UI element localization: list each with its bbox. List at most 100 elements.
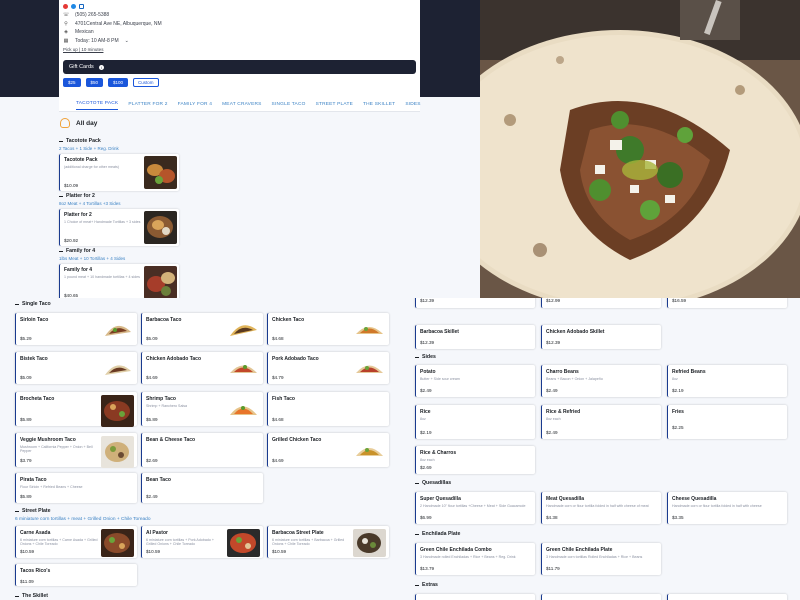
menu-item-card[interactable]: Barbacoa Skillet $12.39 xyxy=(415,325,535,349)
menu-item-card[interactable]: $12.39 xyxy=(415,298,535,308)
phone-row[interactable]: ☏ (505) 265-5388 xyxy=(63,11,416,20)
menu-item-card[interactable]: Veggie Mushroom Taco Mushroom + Californ… xyxy=(15,433,137,468)
menu-item-card[interactable]: Tacotote Pack (additional charge for oth… xyxy=(59,154,179,191)
menu-item-card[interactable] xyxy=(415,594,535,600)
section-title: Tacotote Pack xyxy=(59,138,119,144)
tab-family-for-4[interactable]: FAMILY FOR 4 xyxy=(178,102,212,107)
item-description: 6 miniature corn tortillas + Carne Asada… xyxy=(20,538,98,547)
hours-text[interactable]: Today: 10 AM-8 PM xyxy=(75,38,119,44)
item-price: $2.69 xyxy=(420,465,432,470)
tag-icon: ◈ xyxy=(64,29,68,36)
menu-item-card[interactable]: Bean & Cheese Taco $2.69 xyxy=(141,433,263,467)
menu-item-card[interactable]: Bean Taco $2.49 xyxy=(141,473,263,503)
item-description: (additional charge for other meats) xyxy=(64,165,119,169)
menu-listing-left: Single Taco Sirloin Taco $5.29 Barbacoa … xyxy=(0,298,400,600)
item-price: $12.99 xyxy=(546,298,561,303)
menu-title-text: All day xyxy=(76,119,98,127)
item-description: Shrimp + Ranchero Salsa xyxy=(146,404,188,408)
menu-item-card[interactable]: Rice 8oz $2.19 xyxy=(415,405,535,439)
menu-item-card[interactable]: Cheese Quesadilla Handmade corn or flour… xyxy=(667,492,787,524)
item-name: Green Chile Enchilada Combo xyxy=(420,547,492,553)
item-description: 8oz xyxy=(420,417,426,421)
item-description: 6 miniature corn tortillas + Barbacoa + … xyxy=(272,538,345,547)
item-name: Chicken Taco xyxy=(272,317,305,323)
location-pin-icon: ⚲ xyxy=(64,20,68,27)
menu-item-card[interactable]: Meat Quesadilla Handmade corn or flour t… xyxy=(541,492,661,524)
item-price: $5.29 xyxy=(20,336,32,341)
menu-item-card[interactable]: Charro Beans Beans + Bacon + Onion + Jal… xyxy=(541,365,661,397)
item-price: $6.99 xyxy=(420,515,432,520)
food-photo xyxy=(101,529,134,557)
chevron-down-icon[interactable]: ⌄ xyxy=(125,38,129,44)
gift-custom-button[interactable]: Custom xyxy=(133,78,159,87)
menu-item-card[interactable]: $12.99 xyxy=(541,298,661,308)
gift-50-button[interactable]: $50 xyxy=(85,78,104,87)
menu-item-card[interactable]: Chicken Adobado Taco $4.69 xyxy=(141,352,263,384)
menu-item-card[interactable]: Pirata Taco Flour Sirloin + Refried Bean… xyxy=(15,473,137,503)
item-description: 8oz xyxy=(672,377,678,381)
item-description: Flour Sirloin + Refried Beans + Cheese xyxy=(20,485,83,489)
item-name: Rice & Refried xyxy=(546,409,581,415)
tab-single-taco[interactable]: SINGLE TACO xyxy=(272,102,306,107)
menu-item-card[interactable]: Family for 4 1 pound meat + 10 handmade … xyxy=(59,264,179,298)
menu-item-card[interactable]: Barbacoa Taco $5.09 xyxy=(141,313,263,345)
address-row[interactable]: ⚲ 4701Central Ave NE, Albuquerque, NM xyxy=(63,20,416,29)
menu-item-card[interactable] xyxy=(541,594,661,600)
food-photo xyxy=(101,436,134,468)
address-text[interactable]: 4701Central Ave NE, Albuquerque, NM xyxy=(75,21,162,27)
menu-item-card[interactable]: Refried Beans 8oz $2.19 xyxy=(667,365,787,397)
menu-item-card[interactable]: Rice & Charros 8oz each $2.69 xyxy=(415,446,535,474)
menu-item-card[interactable]: Barbacoa Street Plate 6 miniature corn t… xyxy=(267,526,389,558)
gift-amount-buttons: $25 $50 $100 Custom xyxy=(63,78,159,87)
menu-item-card[interactable]: Tacos Rico's $11.09 xyxy=(15,564,137,586)
menu-item-card[interactable]: Carne Asada 6 miniature corn tortillas +… xyxy=(15,526,137,558)
menu-item-card[interactable]: $16.59 xyxy=(667,298,787,308)
menu-item-card[interactable]: Green Chile Enchilada Plate 3 Handmade c… xyxy=(541,543,661,575)
hours-row[interactable]: ▦ Today: 10 AM-8 PM ⌄ xyxy=(63,37,416,46)
item-name: Fish Taco xyxy=(272,396,295,402)
menu-item-card[interactable]: Grilled Chicken Taco $4.69 xyxy=(267,433,389,467)
menu-item-card[interactable] xyxy=(667,594,787,600)
tab-meat-cravers[interactable]: MEAT CRAVERS xyxy=(222,102,261,107)
tab-sides[interactable]: SIDES xyxy=(405,102,420,107)
info-icon[interactable]: i xyxy=(98,64,104,70)
item-price: $4.69 xyxy=(272,458,284,463)
menu-item-card[interactable]: Super Quesadilla 2 Handmade 10" flour to… xyxy=(415,492,535,524)
tab-the-skillet[interactable]: THE SKILLET xyxy=(363,102,395,107)
menu-item-card[interactable]: Sirloin Taco $5.29 xyxy=(15,313,137,345)
item-description: Handmade corn or flour tortilla folded i… xyxy=(546,504,649,508)
menu-item-card[interactable]: Green Chile Enchilada Combo 3 Handmade r… xyxy=(415,543,535,575)
menu-item-card[interactable]: Chicken Adobado Skillet $12.39 xyxy=(541,325,661,349)
item-name: Meat Quesadilla xyxy=(546,496,585,502)
item-description: 2 Handmade 10" flour tortillas +Cheese +… xyxy=(420,504,526,508)
menu-item-card[interactable]: Potato Butter + Side sour cream $2.49 xyxy=(415,365,535,397)
menu-item-card[interactable]: Brocheta Taco $5.89 xyxy=(15,392,137,427)
taco-icon xyxy=(356,448,383,456)
pickup-time-link[interactable]: Pick up | 10 minutes xyxy=(63,47,416,52)
tab-tacotote-pack[interactable]: TACOTOTE PACK xyxy=(76,101,119,110)
phone-text[interactable]: (505) 265-5388 xyxy=(75,12,109,18)
tab-street-plate[interactable]: STREET PLATE xyxy=(316,102,353,107)
item-name: Super Quesadilla xyxy=(420,496,461,502)
menu-item-card[interactable]: Rice & Refried 8oz each $2.49 xyxy=(541,405,661,439)
section-title-quesadillas: Quesadillas xyxy=(415,480,451,486)
menu-item-card[interactable]: Bistek Taco $5.09 xyxy=(15,352,137,384)
menu-item-card[interactable]: Fries $2.25 xyxy=(667,405,787,439)
menu-item-card[interactable]: Fish Taco $4.68 xyxy=(267,392,389,426)
menu-item-card[interactable]: Pork Adobado Taco $4.79 xyxy=(267,352,389,384)
food-photo xyxy=(101,395,134,427)
menu-item-card[interactable]: Al Pastor 6 miniature corn tortillas + P… xyxy=(141,526,263,558)
cuisine-row: ◈ Mexican xyxy=(63,28,416,37)
menu-item-card[interactable]: Shrimp Taco Shrimp + Ranchero Salsa $5.8… xyxy=(141,392,263,426)
menu-item-card[interactable]: Chicken Taco $4.68 xyxy=(267,313,389,345)
item-price: $4.79 xyxy=(272,375,284,380)
item-price: $4.68 xyxy=(272,336,284,341)
gift-25-button[interactable]: $25 xyxy=(63,78,81,87)
menu-item-card[interactable]: Platter for 2 1 Choice of meat+ Handmade… xyxy=(59,209,179,246)
menu-listing-right: $12.39 $12.99 $16.59 Barbacoa Skillet $1… xyxy=(400,298,800,600)
tab-platter-for-2[interactable]: PLATTER FOR 2 xyxy=(128,102,167,107)
item-price: $11.09 xyxy=(20,579,34,584)
taco-icon xyxy=(230,406,257,415)
taco-photo xyxy=(480,0,800,298)
gift-100-button[interactable]: $100 xyxy=(108,78,129,87)
